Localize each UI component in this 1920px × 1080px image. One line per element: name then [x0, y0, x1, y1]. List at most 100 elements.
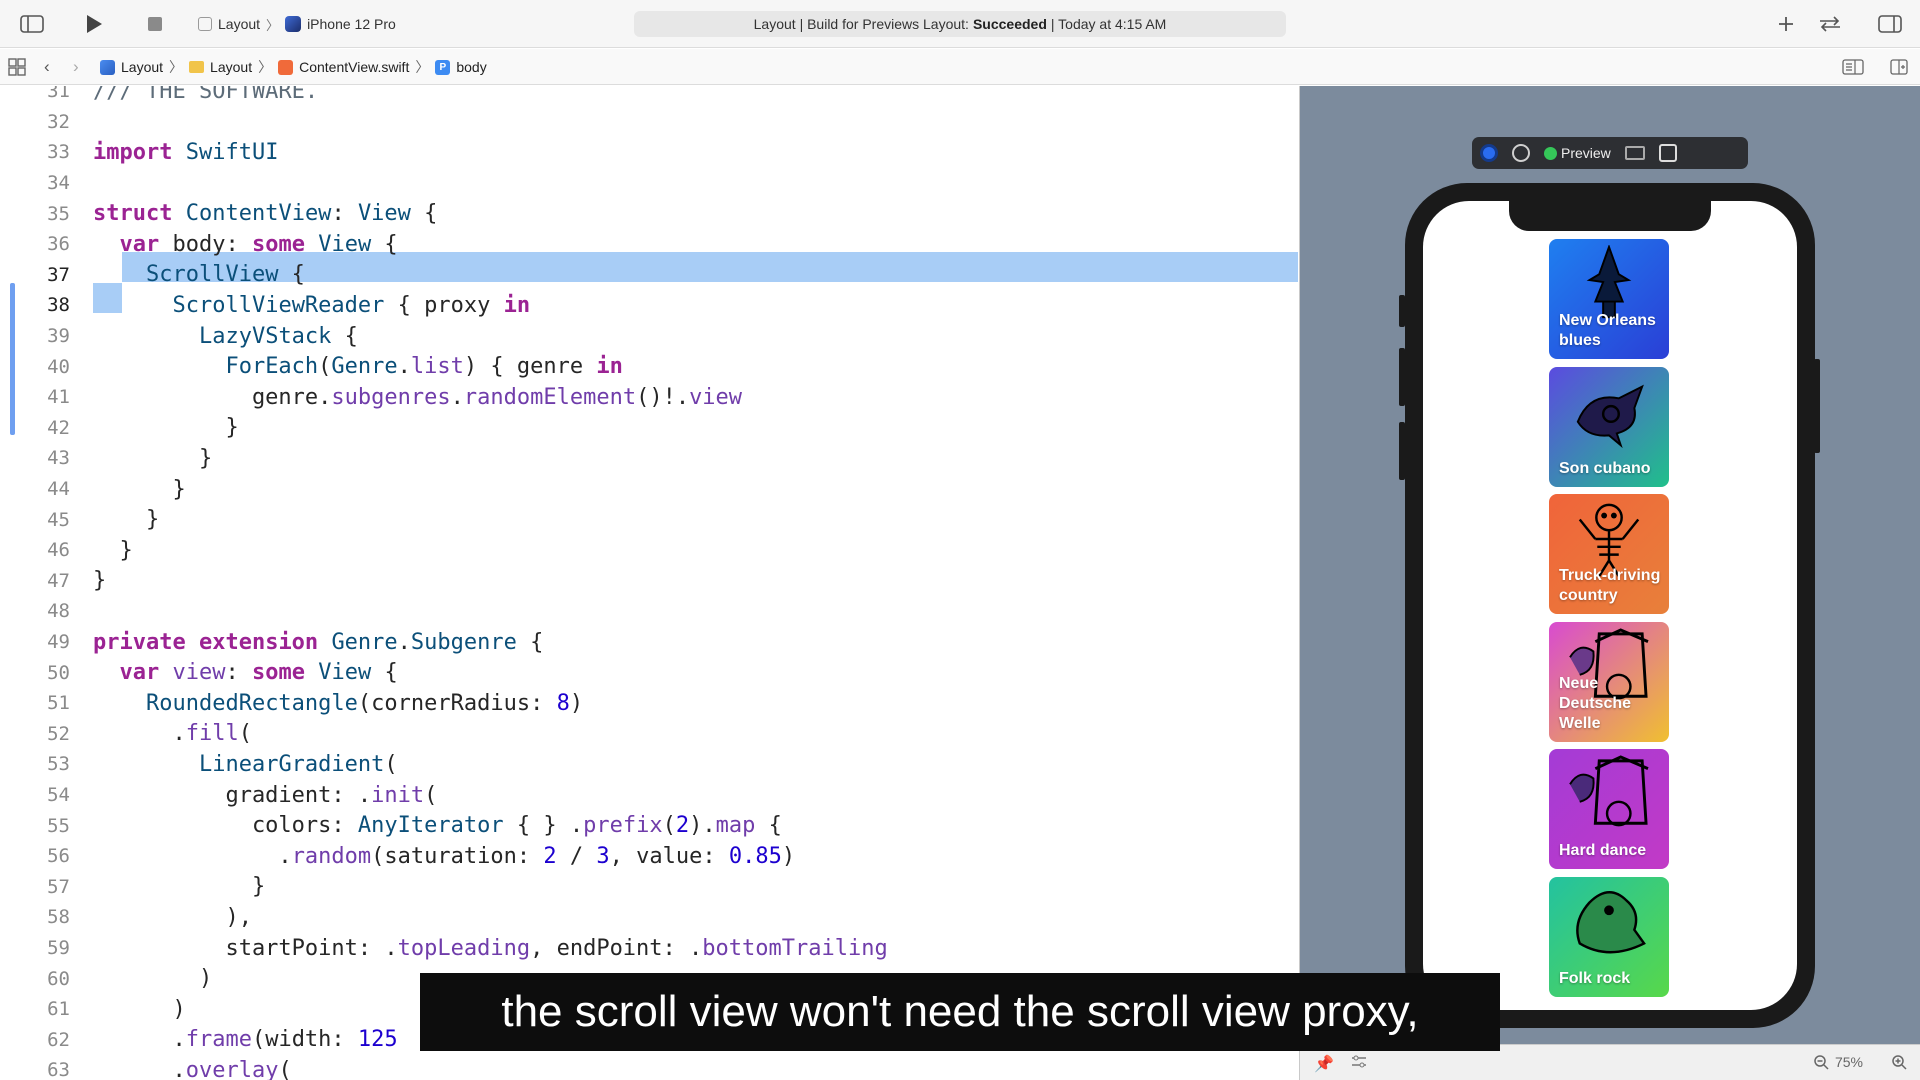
add-icon[interactable] — [1772, 10, 1800, 38]
code-text[interactable]: struct ContentView: View { — [93, 201, 437, 226]
scheme-device[interactable]: iPhone 12 Pro — [307, 16, 396, 32]
code-text[interactable]: /// THE SOFTWARE. — [93, 86, 318, 104]
phone-screen: New Orleans blues Son cubano Truck-driving… — [1423, 201, 1797, 1010]
code-text[interactable]: var body: some View { — [93, 232, 398, 257]
code-text[interactable]: private extension Genre.Subgenre { — [93, 630, 543, 655]
code-text[interactable]: LazyVStack { — [93, 324, 358, 349]
split-editor-icon[interactable] — [1890, 59, 1908, 78]
code-line[interactable]: 51 RoundedRectangle(cornerRadius: 8) — [0, 688, 1298, 719]
code-text[interactable]: ForEach(Genre.list) { genre in — [93, 354, 622, 379]
code-line[interactable]: 55 colors: AnyIterator { } .prefix(2).ma… — [0, 810, 1298, 841]
stop-button[interactable] — [141, 10, 169, 38]
back-icon[interactable]: ‹ — [44, 57, 50, 77]
code-line[interactable]: 39 LazyVStack { — [0, 321, 1298, 352]
code-text[interactable]: } — [93, 507, 159, 532]
code-text[interactable]: genre.subgenres.randomElement()!.view — [93, 385, 742, 410]
inspector-toggle-icon[interactable] — [1876, 10, 1904, 38]
preview-button[interactable]: Preview — [1544, 145, 1611, 161]
code-review-icon[interactable] — [1816, 10, 1844, 38]
genre-card[interactable]: Folk rock — [1549, 876, 1669, 997]
zoom-control[interactable]: 75% — [1813, 1054, 1863, 1070]
genre-card[interactable]: New Orleans blues — [1549, 239, 1669, 359]
zoom-in-icon[interactable] — [1891, 1054, 1907, 1073]
code-text[interactable]: colors: AnyIterator { } .prefix(2).map { — [93, 813, 782, 838]
code-text[interactable]: LinearGradient( — [93, 752, 398, 777]
code-line[interactable]: 41 genre.subgenres.randomElement()!.view — [0, 382, 1298, 413]
code-text[interactable]: var view: some View { — [93, 660, 398, 685]
code-text[interactable]: gradient: .init( — [93, 783, 437, 808]
line-number: 44 — [47, 478, 70, 501]
genre-card[interactable]: Truck-driving country — [1549, 494, 1669, 614]
breadcrumb-group[interactable]: Layout — [210, 59, 252, 75]
code-line[interactable]: 46 } — [0, 535, 1298, 566]
preview-label: Preview — [1561, 145, 1611, 161]
code-line[interactable]: 49 private extension Genre.Subgenre { — [0, 627, 1298, 658]
code-text[interactable]: ) — [93, 966, 212, 991]
forward-icon[interactable]: › — [73, 57, 79, 77]
run-button[interactable] — [80, 10, 108, 38]
code-line[interactable]: 34 — [0, 168, 1298, 199]
duplicate-preview-icon[interactable] — [1658, 144, 1677, 162]
code-line[interactable]: 52 .fill( — [0, 719, 1298, 750]
code-text[interactable]: .random(saturation: 2 / 3, value: 0.85) — [93, 844, 795, 869]
code-line[interactable]: 54 gradient: .init( — [0, 780, 1298, 811]
breadcrumb-file[interactable]: ContentView.swift — [299, 59, 409, 75]
code-line[interactable]: 47} — [0, 566, 1298, 597]
code-line[interactable]: 56 .random(saturation: 2 / 3, value: 0.8… — [0, 841, 1298, 872]
editor-options-icon[interactable] — [1842, 59, 1864, 78]
code-line[interactable]: 45 } — [0, 504, 1298, 535]
code-text[interactable]: ) — [93, 997, 185, 1022]
code-line[interactable]: 57 } — [0, 872, 1298, 903]
code-line[interactable]: 63 .overlay( — [0, 1055, 1298, 1080]
code-text[interactable]: .fill( — [93, 721, 251, 746]
code-line[interactable]: 53 LinearGradient( — [0, 749, 1298, 780]
breadcrumb-symbol[interactable]: body — [456, 59, 486, 75]
related-items-icon[interactable] — [8, 58, 26, 79]
code-line[interactable]: 32 — [0, 107, 1298, 138]
breadcrumb-project[interactable]: Layout — [121, 59, 163, 75]
genre-card[interactable]: Hard dance — [1549, 749, 1669, 869]
code-text[interactable]: ScrollView { — [93, 262, 305, 287]
code-text[interactable]: } — [93, 874, 265, 899]
genre-card[interactable]: Neue Deutsche Welle — [1549, 621, 1669, 742]
code-text[interactable]: ScrollViewReader { proxy in — [93, 293, 530, 318]
code-line[interactable]: 42 } — [0, 413, 1298, 444]
selectable-mode-icon[interactable] — [1512, 144, 1530, 162]
code-line[interactable]: 40 ForEach(Genre.list) { genre in — [0, 351, 1298, 382]
code-text[interactable]: } — [93, 538, 132, 563]
code-text[interactable]: ), — [93, 905, 252, 930]
code-text[interactable]: RoundedRectangle(cornerRadius: 8) — [93, 691, 583, 716]
source-editor[interactable]: 31 /// THE SOFTWARE. 32 33 import SwiftUI 34 3… — [0, 86, 1298, 1080]
variants-icon[interactable] — [1350, 1053, 1368, 1074]
code-line[interactable]: 36 var body: some View { — [0, 229, 1298, 260]
navigator-toggle-icon[interactable] — [18, 10, 46, 38]
genre-card[interactable]: Son cubano — [1549, 366, 1669, 487]
code-line[interactable]: 58 ), — [0, 902, 1298, 933]
code-text[interactable]: startPoint: .topLeading, endPoint: .bott… — [93, 936, 887, 961]
code-text[interactable]: } — [93, 415, 238, 440]
zoom-out-icon[interactable] — [1813, 1054, 1829, 1070]
code-line[interactable]: 33 import SwiftUI — [0, 137, 1298, 168]
code-line[interactable]: 31 /// THE SOFTWARE. — [0, 86, 1298, 107]
code-text[interactable]: .frame(width: 125 — [93, 1027, 397, 1052]
code-line[interactable]: 44 } — [0, 474, 1298, 505]
code-line[interactable]: 50 var view: some View { — [0, 657, 1298, 688]
code-line[interactable]: 59 startPoint: .topLeading, endPoint: .b… — [0, 933, 1298, 964]
code-line[interactable]: 35 struct ContentView: View { — [0, 198, 1298, 229]
code-text[interactable]: import SwiftUI — [93, 140, 278, 165]
code-line[interactable]: 38 ScrollViewReader { proxy in — [0, 290, 1298, 321]
code-line[interactable]: 43 } — [0, 443, 1298, 474]
code-line[interactable]: 37 ScrollView { — [0, 260, 1298, 291]
code-text[interactable]: } — [93, 477, 185, 502]
line-number: 53 — [47, 753, 70, 776]
code-line[interactable]: 48 — [0, 596, 1298, 627]
code-text[interactable]: } — [93, 568, 106, 593]
code-text[interactable]: .overlay( — [93, 1058, 291, 1080]
code-text[interactable]: } — [93, 446, 212, 471]
genre-label: Neue Deutsche Welle — [1559, 674, 1632, 732]
pin-icon[interactable]: 📌 — [1314, 1054, 1334, 1074]
device-settings-icon[interactable] — [1624, 146, 1645, 160]
live-preview-icon[interactable] — [1480, 144, 1498, 162]
line-number: 35 — [47, 202, 70, 225]
scheme-selector[interactable]: Layout 〉 iPhone 12 Pro — [198, 12, 396, 36]
